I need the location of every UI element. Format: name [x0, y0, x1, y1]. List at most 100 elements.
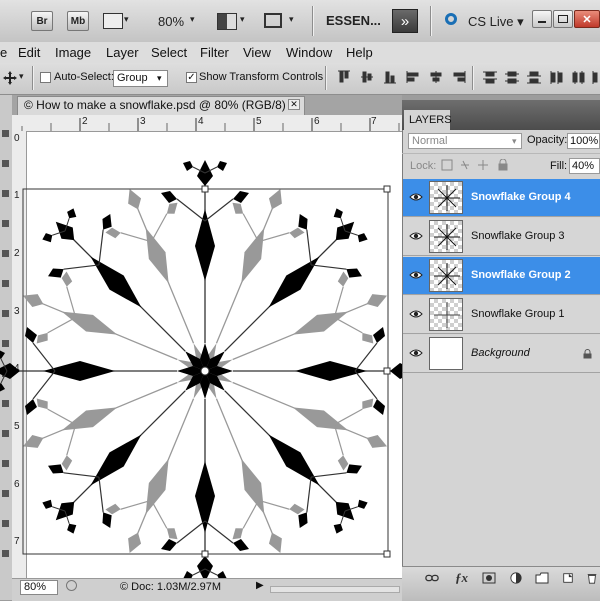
opacity-label: Opacity: — [527, 134, 568, 146]
target-dropdown-icon[interactable]: ▾ — [157, 73, 162, 84]
divider — [32, 66, 34, 90]
horizontal-scrollbar[interactable] — [270, 586, 400, 593]
divider — [472, 66, 474, 90]
menu-image[interactable]: Image — [55, 45, 91, 60]
align-right-icon — [453, 71, 466, 83]
auto-select-checkbox[interactable] — [40, 72, 51, 83]
visibility-eye-icon[interactable] — [409, 348, 423, 358]
align-buttons-group — [338, 70, 466, 84]
distribute-vcenter-icon — [505, 71, 519, 84]
lock-all-icon — [498, 163, 508, 171]
layer-name[interactable]: Snowflake Group 3 — [471, 230, 565, 242]
layer-row-background[interactable]: Background — [403, 335, 600, 373]
menu-help[interactable]: Help — [346, 45, 373, 60]
distribute-buttons-group — [483, 71, 598, 84]
show-transform-checkbox[interactable]: ✓ — [186, 72, 197, 83]
ruler-h-label: 7 — [371, 116, 377, 127]
status-menu-arrow[interactable]: ▶ — [256, 580, 264, 591]
horizontal-ruler-ticks — [21, 118, 400, 131]
close-document-button[interactable]: ✕ — [288, 99, 300, 110]
layer-thumbnail-previews — [434, 185, 460, 328]
align-top-icon — [338, 70, 350, 83]
ruler-h-label: 5 — [256, 116, 262, 127]
menu-file[interactable]: e — [0, 45, 7, 60]
status-preview-icon[interactable] — [66, 580, 77, 591]
view-extras-icon[interactable] — [103, 13, 123, 29]
fill-label: Fill: — [550, 160, 568, 172]
delete-layer-icon[interactable] — [585, 572, 599, 584]
ruler-h-label: 4 — [198, 116, 204, 127]
menu-window[interactable]: Window — [286, 45, 332, 60]
arrange-documents-icon[interactable] — [217, 13, 237, 30]
add-mask-icon[interactable] — [482, 572, 496, 584]
lock-shackle-icon — [499, 159, 507, 164]
link-layers-icon[interactable] — [425, 572, 439, 584]
distribute-left-icon — [550, 71, 563, 84]
visibility-eye-icon[interactable] — [409, 192, 423, 202]
lock-transparent-icon — [441, 159, 453, 171]
align-left-icon — [406, 71, 419, 83]
menu-view[interactable]: View — [243, 45, 271, 60]
distribute-top-icon — [483, 71, 497, 84]
auto-select-label: Auto-Select: — [54, 71, 114, 83]
divider — [430, 6, 432, 36]
adjustment-layer-icon[interactable] — [509, 572, 523, 584]
new-group-icon[interactable] — [535, 572, 549, 584]
cs-live-menu[interactable]: CS Live ▾ — [468, 14, 524, 30]
restore-button[interactable] — [553, 10, 573, 28]
zoom-level-dropdown[interactable]: 80% — [158, 14, 184, 29]
layer-style-fx-icon[interactable]: ƒx — [455, 570, 468, 586]
new-layer-icon[interactable] — [561, 572, 575, 584]
tool-preset-dropdown-icon[interactable]: ▾ — [19, 71, 24, 82]
layer-name[interactable]: Snowflake Group 2 — [471, 269, 571, 281]
screen-mode-icon[interactable] — [264, 13, 282, 28]
move-tool-icon[interactable] — [2, 70, 18, 86]
fill-field[interactable]: 40% — [569, 158, 600, 174]
align-hcenter-icon — [430, 71, 442, 83]
layer-name[interactable]: Snowflake Group 1 — [471, 308, 565, 320]
lock-position-icon — [478, 160, 488, 170]
visibility-eye-icon[interactable] — [409, 270, 423, 280]
layers-tab[interactable]: LAYERS — [404, 110, 452, 130]
align-vcenter-icon — [361, 71, 373, 83]
menu-filter[interactable]: Filter — [200, 45, 229, 60]
visibility-eye-icon[interactable] — [409, 231, 423, 241]
minimize-button[interactable] — [532, 10, 552, 28]
show-transform-label: Show Transform Controls — [199, 71, 324, 83]
layer-name[interactable]: Snowflake Group 4 — [471, 191, 571, 203]
document-size-info: © Doc: 1.03M/2.97M — [120, 581, 222, 593]
menu-edit[interactable]: Edit — [18, 45, 40, 60]
divider — [325, 66, 327, 90]
lock-options-icons[interactable] — [441, 159, 511, 171]
cs-live-icon — [445, 13, 457, 25]
view-extras-dropdown-icon[interactable]: ▾ — [124, 14, 129, 25]
align-bottom-icon — [384, 71, 396, 84]
arrange-dropdown-icon[interactable]: ▾ — [240, 14, 245, 25]
ruler-h-label: 3 — [140, 116, 146, 127]
visibility-eye-icon[interactable] — [409, 309, 423, 319]
menu-select[interactable]: Select — [151, 45, 187, 60]
snowflake-artwork[interactable] — [0, 132, 402, 578]
ruler-h-label: 6 — [314, 116, 320, 127]
bridge-button[interactable]: Br — [31, 11, 53, 31]
distribute-right-icon — [592, 71, 598, 84]
opacity-field[interactable]: 100% — [567, 133, 600, 149]
blend-mode-dropdown-icon[interactable]: ▾ — [512, 136, 517, 147]
divider — [312, 6, 314, 36]
mini-bridge-button[interactable]: Mb — [67, 11, 89, 31]
lock-pixels-icon — [461, 160, 469, 170]
layer-name[interactable]: Background — [471, 347, 530, 359]
lock-label: Lock: — [410, 160, 437, 172]
zoom-dropdown-icon[interactable]: ▾ — [190, 14, 195, 25]
distribute-bottom-icon — [527, 71, 541, 84]
menu-layer[interactable]: Layer — [106, 45, 139, 60]
more-workspaces-button[interactable]: » — [392, 9, 418, 33]
blend-mode-select[interactable]: Normal — [408, 133, 522, 149]
layer-lock-icon — [583, 349, 592, 359]
document-tab[interactable]: © How to make a snowflake.psd @ 80% (RGB… — [17, 96, 305, 115]
screen-mode-dropdown-icon[interactable]: ▾ — [289, 14, 294, 25]
distribute-hcenter-icon — [572, 71, 585, 84]
status-zoom-field[interactable]: 80% — [20, 580, 58, 595]
close-window-button[interactable]: ✕ — [574, 10, 600, 28]
workspace-switcher[interactable]: ESSEN... — [326, 13, 381, 28]
